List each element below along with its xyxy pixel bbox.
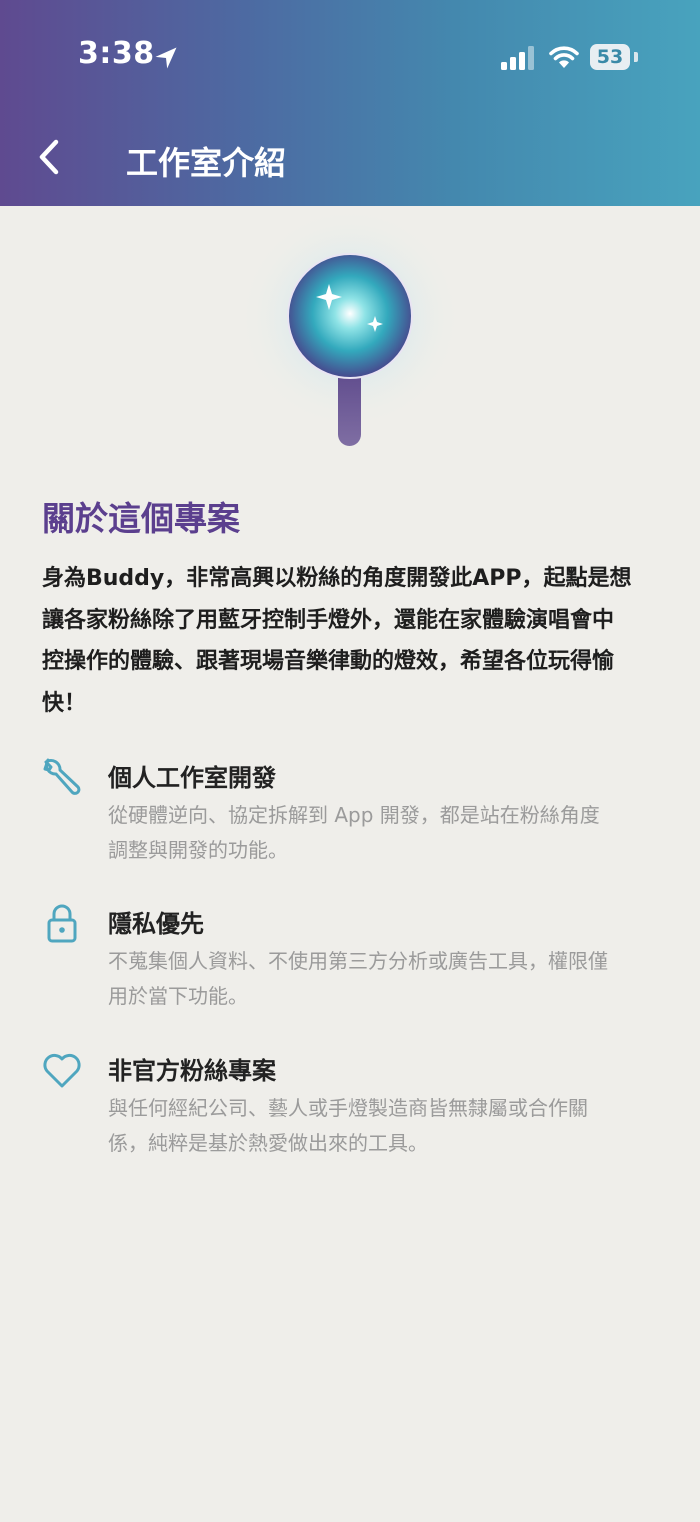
lock-icon	[47, 904, 77, 943]
feature-desc-line: 不蒐集個人資料、不使用第三方分析或廣告工具，權限僅	[108, 949, 608, 973]
feature-desc-line: 調整與開發的功能。	[108, 838, 288, 862]
back-button[interactable]	[30, 136, 70, 178]
feature-title: 個人工作室開發	[108, 764, 276, 792]
feature-desc-line: 與任何經紀公司、藝人或手燈製造商皆無隸屬或合作關	[108, 1096, 588, 1120]
intro-line: 讓各家粉絲除了用藍牙控制手燈外，還能在家體驗演唱會中	[42, 607, 615, 633]
feature-desc-line: 係，純粹是基於熱愛做出來的工具。	[108, 1131, 428, 1155]
location-arrow-icon	[155, 47, 177, 69]
intro-line: 快！	[42, 690, 87, 716]
glowing-lightstick-icon	[238, 206, 462, 446]
feature-description: 從硬體逆向、協定拆解到 App 開發，都是站在粉絲角度 調整與開發的功能。	[108, 798, 668, 868]
chevron-left-icon	[39, 139, 59, 175]
feature-desc-line: 用於當下功能。	[108, 984, 248, 1008]
wifi-icon	[549, 46, 579, 68]
app-header: 3:38 53 工作室介紹	[0, 0, 700, 206]
battery-icon: 53	[590, 44, 630, 70]
signal-icon	[501, 46, 534, 70]
battery-tip	[634, 52, 638, 62]
status-time: 3:38	[78, 36, 155, 71]
intro-line: 身為Buddy，非常高興以粉絲的角度開發此APP，起點是想	[42, 566, 632, 591]
page-title: 工作室介紹	[126, 144, 287, 182]
intro-paragraph: 身為Buddy，非常高興以粉絲的角度開發此APP，起點是想 讓各家粉絲除了用藍牙…	[42, 558, 662, 724]
feature-desc-line: 從硬體逆向、協定拆解到 App 開發，都是站在粉絲角度	[108, 803, 600, 827]
feature-description: 不蒐集個人資料、不使用第三方分析或廣告工具，權限僅 用於當下功能。	[108, 944, 668, 1014]
feature-title: 隱私優先	[108, 910, 204, 938]
intro-line: 控操作的體驗、跟著現場音樂律動的燈效，希望各位玩得愉	[42, 649, 615, 674]
wrench-icon	[43, 758, 81, 795]
feature-description: 與任何經紀公司、藝人或手燈製造商皆無隸屬或合作關 係，純粹是基於熱愛做出來的工具…	[108, 1091, 668, 1161]
feature-title: 非官方粉絲專案	[108, 1057, 276, 1085]
heart-icon	[43, 1053, 81, 1088]
about-title: 關於這個專案	[42, 499, 240, 538]
